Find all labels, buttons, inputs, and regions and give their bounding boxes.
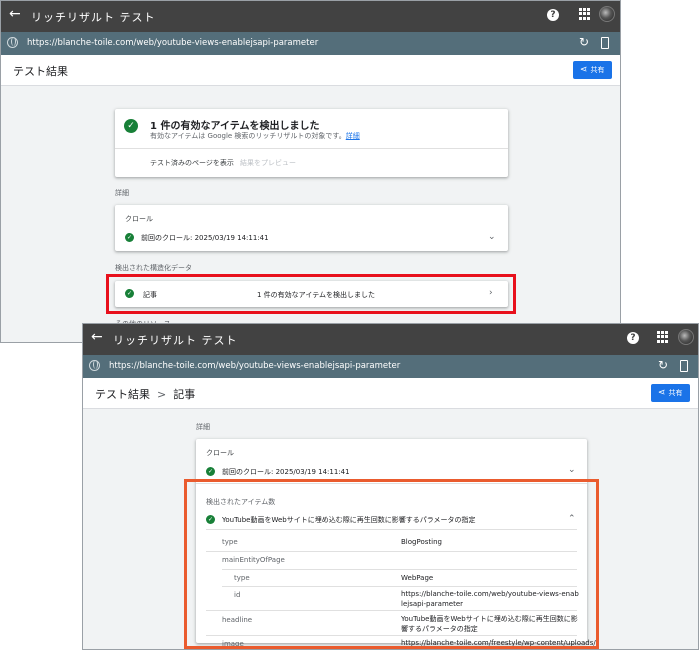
check-circle-icon: ✓ xyxy=(206,467,215,476)
page-title: テスト結果 xyxy=(13,65,68,78)
crawl-label: クロール xyxy=(125,215,153,223)
reload-icon[interactable]: ↻ xyxy=(579,35,589,49)
share-label: 共有 xyxy=(668,389,683,397)
share-icon: ⋖ xyxy=(658,388,666,398)
summary-description: 有効なアイテムは Google 検索のリッチリザルトの対象です。詳細 xyxy=(150,131,360,141)
summary-description-text: 有効なアイテムは Google 検索のリッチリザルトの対象です。 xyxy=(150,132,346,140)
crawl-label: クロール xyxy=(206,449,234,457)
share-icon: ⋖ xyxy=(580,65,588,75)
details-section-label: 詳細 xyxy=(115,189,129,197)
orange-highlight-box xyxy=(184,479,599,649)
detail-link[interactable]: 詳細 xyxy=(346,132,360,140)
page-header: テスト結果 ⋖ 共有 xyxy=(1,55,620,86)
app-bar: ← リッチリザルト テスト ? xyxy=(1,1,620,32)
help-icon[interactable]: ? xyxy=(547,9,559,21)
screenshot-article-detail: ← リッチリザルト テスト ? https://blanche-toile.co… xyxy=(82,323,699,650)
app-bar: ← リッチリザルト テスト ? xyxy=(83,324,698,355)
url-bar: https://blanche-toile.com/web/youtube-vi… xyxy=(83,355,698,378)
red-highlight-box xyxy=(106,274,516,314)
help-icon[interactable]: ? xyxy=(627,332,639,344)
share-button[interactable]: ⋖ 共有 xyxy=(573,61,612,79)
breadcrumb-current: 記事 xyxy=(173,388,196,401)
share-button[interactable]: ⋖ 共有 xyxy=(651,384,690,402)
reload-icon[interactable]: ↻ xyxy=(658,358,668,372)
breadcrumb-root[interactable]: テスト結果 xyxy=(95,388,150,401)
check-circle-icon: ✓ xyxy=(124,119,138,133)
summary-card: ✓ 1 件の有効なアイテムを検出しました 有効なアイテムは Google 検索の… xyxy=(115,109,508,177)
check-circle-icon: ✓ xyxy=(125,233,134,242)
chevron-down-icon[interactable]: ⌄ xyxy=(568,465,576,475)
globe-icon xyxy=(7,37,18,48)
mobile-device-icon[interactable] xyxy=(601,37,609,49)
avatar[interactable] xyxy=(599,6,615,22)
back-arrow-icon[interactable]: ← xyxy=(91,329,103,345)
summary-title: 1 件の有効なアイテムを検出しました xyxy=(150,121,320,132)
avatar[interactable] xyxy=(678,329,694,345)
preview-result-link: 結果をプレビュー xyxy=(240,159,296,167)
crawl-value: 前回のクロール: 2025/03/19 14:11:41 xyxy=(141,234,269,242)
tested-url: https://blanche-toile.com/web/youtube-vi… xyxy=(27,38,319,48)
breadcrumb-separator: > xyxy=(157,388,167,401)
globe-icon xyxy=(89,360,100,371)
view-tested-page-link[interactable]: テスト済みのページを表示 xyxy=(150,158,234,168)
share-label: 共有 xyxy=(590,66,605,74)
divider xyxy=(115,148,508,149)
screenshot-test-results: ← リッチリザルト テスト ? https://blanche-toile.co… xyxy=(0,0,621,343)
back-arrow-icon[interactable]: ← xyxy=(9,6,21,22)
app-title: リッチリザルト テスト xyxy=(31,11,156,24)
apps-grid-icon[interactable] xyxy=(657,331,669,343)
apps-grid-icon[interactable] xyxy=(579,8,591,20)
tested-url: https://blanche-toile.com/web/youtube-vi… xyxy=(109,361,401,371)
url-bar: https://blanche-toile.com/web/youtube-vi… xyxy=(1,32,620,55)
details-section-label: 詳細 xyxy=(196,423,210,431)
crawl-card[interactable]: クロール ✓ 前回のクロール: 2025/03/19 14:11:41 ⌄ xyxy=(115,205,508,251)
chevron-down-icon[interactable]: ⌄ xyxy=(488,232,496,242)
page-header: テスト結果 > 記事 ⋖ 共有 xyxy=(83,378,698,409)
crawl-value: 前回のクロール: 2025/03/19 14:11:41 xyxy=(222,468,350,476)
app-title: リッチリザルト テスト xyxy=(113,334,238,347)
breadcrumb: テスト結果 > 記事 xyxy=(95,386,195,402)
mobile-device-icon[interactable] xyxy=(680,360,688,372)
structured-data-label: 検出された構造化データ xyxy=(115,264,192,272)
